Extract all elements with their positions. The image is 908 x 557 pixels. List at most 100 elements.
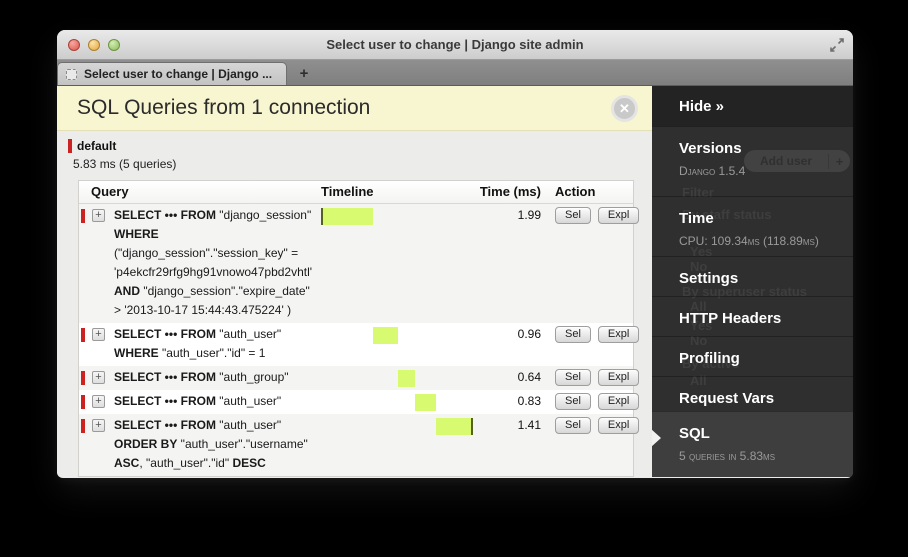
toolbar-item-settings[interactable]: Settings: [652, 256, 853, 296]
db-marker: [81, 328, 85, 342]
expl-button[interactable]: Expl: [598, 393, 639, 410]
db-marker: [81, 209, 85, 223]
col-header-timeline: Timeline: [321, 184, 473, 199]
new-tab-button[interactable]: +: [287, 62, 321, 85]
timeline-bar: [321, 208, 373, 225]
action-cell: Sel Expl: [545, 416, 645, 473]
expand-query-button[interactable]: +: [92, 419, 105, 432]
hide-toolbar-button[interactable]: Hide »: [679, 98, 724, 115]
query-table: Query Timeline Time (ms) Action +SELECT …: [78, 180, 634, 477]
query-cell: +SELECT ••• FROM "auth_group": [79, 368, 321, 387]
minimize-window-button[interactable]: [88, 39, 100, 51]
window-title: Select user to change | Django site admi…: [57, 37, 853, 52]
query-cell: + SELECT ••• FROM "auth_user"ORDER BY "au…: [79, 416, 321, 473]
db-marker: [81, 419, 85, 433]
sql-panel: SQL Queries from 1 connection ✕ default …: [57, 86, 652, 477]
timeline-bar: [398, 370, 415, 387]
toolbar-item-label: Settings: [679, 270, 843, 287]
query-cell: + SELECT ••• FROM "django_session"WHERE("…: [79, 206, 321, 320]
window-content: SQL Queries from 1 connection ✕ default …: [57, 86, 853, 477]
action-cell: Sel Expl: [545, 368, 645, 387]
sql-panel-body: default 5.83 ms (5 queries) Query Timeli…: [57, 131, 652, 477]
tab-select-user[interactable]: Select user to change | Django ...: [57, 62, 287, 85]
col-header-query: Query: [79, 184, 321, 199]
sql-text: SELECT ••• FROM "auth_user"ORDER BY "aut…: [114, 416, 308, 473]
query-row: +SELECT ••• FROM "auth_group"0.64SelExpl: [79, 366, 633, 390]
db-marker: [81, 371, 85, 385]
toolbar-item-http-headers[interactable]: HTTP Headers: [652, 296, 853, 336]
zoom-window-button[interactable]: [108, 39, 120, 51]
selected-panel-arrow: [652, 429, 661, 447]
toolbar-item-label: Profiling: [679, 350, 843, 367]
query-row: +SELECT ••• FROM "auth_user"0.83SelExpl: [79, 390, 633, 414]
query-rows: + SELECT ••• FROM "django_session"WHERE("…: [79, 204, 633, 476]
expl-button[interactable]: Expl: [598, 207, 639, 224]
time-value: 0.64: [473, 368, 545, 387]
toolbar-item-request-vars[interactable]: Request Vars: [652, 376, 853, 411]
col-header-time: Time (ms): [473, 184, 545, 199]
time-value: 1.99: [473, 206, 545, 320]
traffic-lights: [68, 39, 120, 51]
expl-button[interactable]: Expl: [598, 326, 639, 343]
sel-button[interactable]: Sel: [555, 369, 591, 386]
browser-window: Select user to change | Django site admi…: [57, 30, 853, 478]
toolbar-item-sql[interactable]: SQL 5 queries in 5.83ms: [652, 411, 853, 477]
action-cell: Sel Expl: [545, 325, 645, 363]
expl-button[interactable]: Expl: [598, 417, 639, 434]
timeline-bar: [373, 327, 398, 344]
toolbar-item-subtitle: 5 queries in 5.83ms: [679, 449, 843, 463]
action-cell: Sel Expl: [545, 206, 645, 320]
query-table-header: Query Timeline Time (ms) Action: [79, 181, 633, 204]
sql-text: SELECT ••• FROM "django_session"WHERE("d…: [114, 206, 312, 320]
timeline-cell: [321, 416, 473, 473]
toolbar-item-label: Versions: [679, 140, 843, 157]
query-row: + SELECT ••• FROM "auth_user"WHERE "auth_…: [79, 323, 633, 366]
close-panel-icon[interactable]: ✕: [611, 95, 638, 122]
toolbar-item-subtitle: Django 1.5.4: [679, 164, 843, 178]
datasource-name: default: [77, 139, 116, 153]
sql-panel-header: SQL Queries from 1 connection ✕: [57, 86, 652, 131]
expand-query-button[interactable]: +: [92, 395, 105, 408]
expand-query-button[interactable]: +: [92, 209, 105, 222]
timeline-bar: [436, 418, 473, 435]
toolbar-item-label: SQL: [679, 425, 843, 442]
close-window-button[interactable]: [68, 39, 80, 51]
toolbar-item-label: Time: [679, 210, 843, 227]
expl-button[interactable]: Expl: [598, 369, 639, 386]
datasource-marker: [68, 139, 72, 153]
toolbar-hide-band: Hide »: [652, 86, 853, 126]
toolbar-item-versions[interactable]: Versions Django 1.5.4: [652, 126, 853, 196]
sel-button[interactable]: Sel: [555, 326, 591, 343]
action-cell: Sel Expl: [545, 392, 645, 411]
favicon-placeholder-icon: [66, 69, 77, 80]
timeline-cell: [321, 206, 473, 320]
query-cell: + SELECT ••• FROM "auth_user"WHERE "auth_…: [79, 325, 321, 363]
sel-button[interactable]: Sel: [555, 417, 591, 434]
debug-toolbar-sidebar: e, mge password / Log outAdd user+Filter…: [652, 86, 853, 477]
timeline-bar: [415, 394, 437, 411]
timeline-cell: [321, 368, 473, 387]
timeline-cell: [321, 325, 473, 363]
toolbar-item-subtitle: CPU: 109.34ms (118.89ms): [679, 234, 843, 248]
tab-label: Select user to change | Django ...: [84, 67, 272, 81]
screenshot-stage: Select user to change | Django site admi…: [0, 0, 908, 557]
col-header-action: Action: [545, 184, 633, 199]
window-titlebar: Select user to change | Django site admi…: [57, 30, 853, 60]
toolbar-item-profiling[interactable]: Profiling: [652, 336, 853, 376]
toolbar-item-time[interactable]: Time CPU: 109.34ms (118.89ms): [652, 196, 853, 256]
toolbar-item-label: Request Vars: [679, 390, 843, 407]
toolbar-item-label: HTTP Headers: [679, 310, 843, 327]
sql-panel-title: SQL Queries from 1 connection: [77, 96, 611, 120]
datasource-row: default: [68, 139, 652, 153]
fullscreen-icon[interactable]: [829, 37, 845, 53]
sel-button[interactable]: Sel: [555, 393, 591, 410]
time-value: 0.96: [473, 325, 545, 363]
sql-text: SELECT ••• FROM "auth_user"WHERE "auth_u…: [114, 325, 281, 363]
timeline-cell: [321, 392, 473, 411]
db-marker: [81, 395, 85, 409]
query-row: + SELECT ••• FROM "auth_user"ORDER BY "au…: [79, 414, 633, 476]
toolbar-items: Hide » Versions Django 1.5.4 Time CPU: 109.…: [652, 86, 853, 477]
expand-query-button[interactable]: +: [92, 328, 105, 341]
sel-button[interactable]: Sel: [555, 207, 591, 224]
expand-query-button[interactable]: +: [92, 371, 105, 384]
